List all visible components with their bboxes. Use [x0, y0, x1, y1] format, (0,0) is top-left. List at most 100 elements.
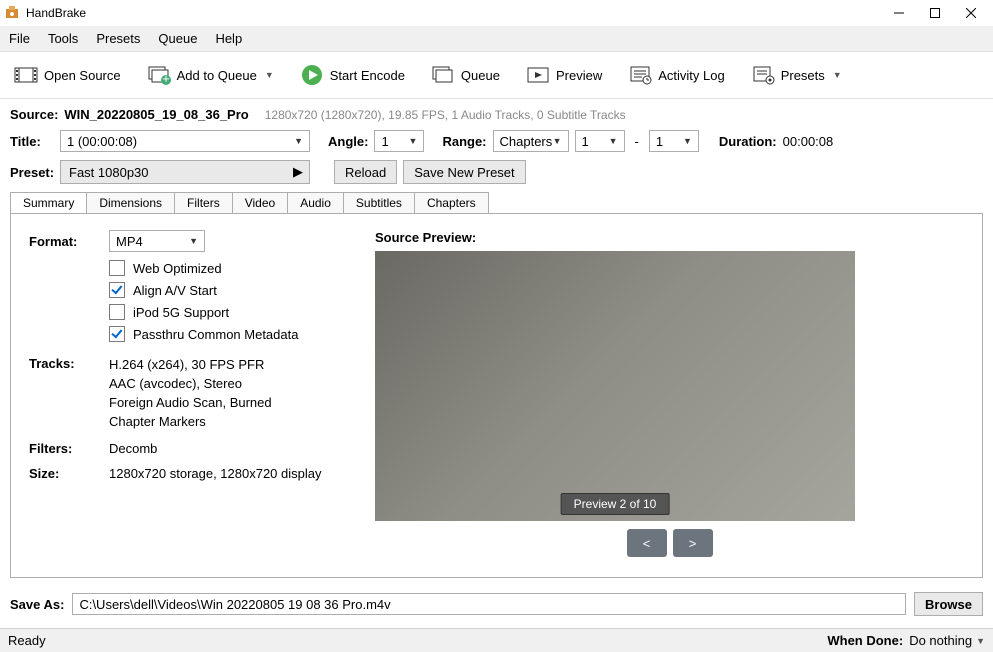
- preview-prev-button[interactable]: <: [627, 529, 667, 557]
- menubar: File Tools Presets Queue Help: [0, 26, 993, 52]
- window-title: HandBrake: [26, 6, 881, 20]
- chevron-down-icon: ▼: [683, 136, 692, 146]
- film-reel-icon: [14, 64, 38, 86]
- preset-value: Fast 1080p30: [69, 165, 149, 180]
- start-encode-button[interactable]: Start Encode: [292, 58, 413, 92]
- dropdown-icon: ▼: [265, 70, 274, 80]
- toolbar: Open Source + Add to Queue ▼ Start Encod…: [0, 52, 993, 99]
- tab-summary[interactable]: Summary: [10, 192, 87, 213]
- open-source-button[interactable]: Open Source: [6, 58, 129, 92]
- preview-label: Preview: [556, 68, 602, 83]
- duration-value: 00:00:08: [783, 134, 834, 149]
- chevron-down-icon[interactable]: ▼: [976, 636, 985, 646]
- minimize-button[interactable]: [881, 0, 917, 26]
- range-label: Range:: [442, 134, 486, 149]
- preview-next-button[interactable]: >: [673, 529, 713, 557]
- activity-log-button[interactable]: Activity Log: [620, 58, 732, 92]
- checkbox-icon: [109, 260, 125, 276]
- maximize-button[interactable]: [917, 0, 953, 26]
- chevron-down-icon: ▼: [294, 136, 303, 146]
- tracks-info: H.264 (x264), 30 FPS PFR AAC (avcodec), …: [109, 356, 349, 431]
- status-text: Ready: [8, 633, 46, 648]
- passthru-checkbox[interactable]: Passthru Common Metadata: [29, 326, 349, 342]
- menu-tools[interactable]: Tools: [39, 26, 87, 52]
- range-from-select[interactable]: 1 ▼: [575, 130, 625, 152]
- preview-button[interactable]: Preview: [518, 58, 610, 92]
- svg-text:+: +: [162, 71, 170, 85]
- format-label: Format:: [29, 234, 109, 249]
- passthru-label: Passthru Common Metadata: [133, 327, 298, 342]
- checkbox-checked-icon: [109, 282, 125, 298]
- tab-dimensions[interactable]: Dimensions: [86, 192, 175, 213]
- tab-subtitles[interactable]: Subtitles: [343, 192, 415, 213]
- menu-file[interactable]: File: [0, 26, 39, 52]
- ipod-5g-checkbox[interactable]: iPod 5G Support: [29, 304, 349, 320]
- presets-label: Presets: [781, 68, 825, 83]
- align-av-checkbox[interactable]: Align A/V Start: [29, 282, 349, 298]
- range-dash: -: [631, 134, 643, 149]
- preset-select[interactable]: Fast 1080p30 ▶: [60, 160, 310, 184]
- tab-audio[interactable]: Audio: [287, 192, 344, 213]
- tab-video[interactable]: Video: [232, 192, 288, 213]
- title-value: 1 (00:00:08): [67, 134, 137, 149]
- source-label: Source:: [10, 107, 58, 122]
- angle-select[interactable]: 1 ▼: [374, 130, 424, 152]
- checkbox-icon: [109, 304, 125, 320]
- format-value: MP4: [116, 234, 143, 249]
- preview-counter: Preview 2 of 10: [561, 493, 670, 515]
- checkbox-checked-icon: [109, 326, 125, 342]
- queue-label: Queue: [461, 68, 500, 83]
- queue-icon: [431, 64, 455, 86]
- tabs: Summary Dimensions Filters Video Audio S…: [10, 192, 983, 213]
- range-to-select[interactable]: 1 ▼: [649, 130, 699, 152]
- save-new-preset-button[interactable]: Save New Preset: [403, 160, 525, 184]
- source-details: 1280x720 (1280x720), 19.85 FPS, 1 Audio …: [265, 108, 626, 122]
- reload-button[interactable]: Reload: [334, 160, 397, 184]
- browse-button[interactable]: Browse: [914, 592, 983, 616]
- filters-value: Decomb: [109, 441, 157, 456]
- statusbar: Ready When Done: Do nothing ▼: [0, 628, 993, 652]
- start-encode-label: Start Encode: [330, 68, 405, 83]
- source-preview-label: Source Preview:: [375, 230, 964, 245]
- save-as-row: Save As: Browse: [0, 586, 993, 628]
- size-value: 1280x720 storage, 1280x720 display: [109, 466, 322, 481]
- tab-filters[interactable]: Filters: [174, 192, 233, 213]
- activity-log-label: Activity Log: [658, 68, 724, 83]
- preview-icon: [526, 64, 550, 86]
- when-done-value[interactable]: Do nothing: [909, 633, 972, 648]
- menu-queue[interactable]: Queue: [149, 26, 206, 52]
- chevron-down-icon: ▼: [609, 136, 618, 146]
- range-type-select[interactable]: Chapters ▼: [493, 130, 569, 152]
- menu-presets[interactable]: Presets: [87, 26, 149, 52]
- chevron-down-icon: ▼: [189, 236, 198, 246]
- close-button[interactable]: [953, 0, 989, 26]
- menu-help[interactable]: Help: [206, 26, 251, 52]
- tracks-label: Tracks:: [29, 356, 109, 431]
- range-to-value: 1: [656, 134, 663, 149]
- title-label: Title:: [10, 134, 54, 149]
- range-from-value: 1: [582, 134, 589, 149]
- chevron-down-icon: ▼: [553, 136, 562, 146]
- activity-log-icon: [628, 64, 652, 86]
- add-to-queue-button[interactable]: + Add to Queue ▼: [139, 58, 282, 92]
- save-as-label: Save As:: [10, 597, 64, 612]
- title-select[interactable]: 1 (00:00:08) ▼: [60, 130, 310, 152]
- save-as-input[interactable]: [72, 593, 906, 615]
- web-optimized-checkbox[interactable]: Web Optimized: [29, 260, 349, 276]
- preset-label: Preset:: [10, 165, 54, 180]
- queue-add-icon: +: [147, 64, 171, 86]
- angle-label: Angle:: [328, 134, 368, 149]
- ipod-5g-label: iPod 5G Support: [133, 305, 229, 320]
- titlebar: HandBrake: [0, 0, 993, 26]
- tab-chapters[interactable]: Chapters: [414, 192, 489, 213]
- source-preview-image: Preview 2 of 10: [375, 251, 855, 521]
- app-icon: [4, 5, 20, 21]
- queue-button[interactable]: Queue: [423, 58, 508, 92]
- source-name: WIN_20220805_19_08_36_Pro: [64, 107, 248, 122]
- format-select[interactable]: MP4 ▼: [109, 230, 205, 252]
- chevron-down-icon: ▼: [409, 136, 418, 146]
- duration-label: Duration:: [719, 134, 777, 149]
- presets-button[interactable]: Presets ▼: [743, 58, 850, 92]
- align-av-label: Align A/V Start: [133, 283, 217, 298]
- presets-gear-icon: [751, 64, 775, 86]
